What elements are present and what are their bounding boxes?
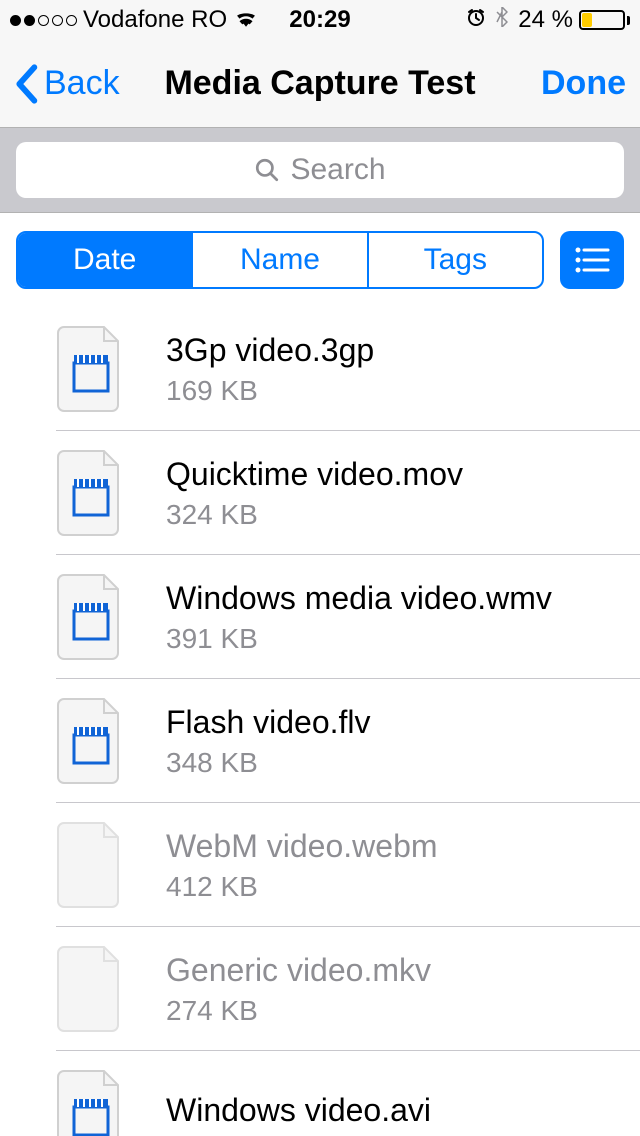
- file-size: 412 KB: [166, 871, 438, 903]
- file-name: Flash video.flv: [166, 704, 371, 741]
- file-size: 391 KB: [166, 623, 552, 655]
- signal-dots-icon: [10, 15, 77, 26]
- list-icon: [574, 246, 610, 274]
- file-size: 348 KB: [166, 747, 371, 779]
- file-name: 3Gp video.3gp: [166, 332, 374, 369]
- carrier-label: Vodafone RO: [83, 6, 227, 34]
- file-name: WebM video.webm: [166, 828, 438, 865]
- video-file-icon: [56, 449, 126, 537]
- battery-percent: 24 %: [518, 6, 573, 34]
- video-file-icon: [56, 573, 126, 661]
- segment-name[interactable]: Name: [193, 233, 368, 287]
- file-list: 3Gp video.3gp 169 KB Quicktime video.mov…: [0, 307, 640, 1136]
- segment-date[interactable]: Date: [18, 233, 193, 287]
- status-time: 20:29: [289, 6, 350, 34]
- list-item[interactable]: 3Gp video.3gp 169 KB: [0, 307, 640, 431]
- search-placeholder: Search: [290, 153, 385, 187]
- list-item[interactable]: WebM video.webm 412 KB: [0, 803, 640, 927]
- file-name: Windows video.avi: [166, 1092, 431, 1129]
- file-name: Generic video.mkv: [166, 952, 431, 989]
- search-icon: [254, 157, 280, 183]
- navigation-bar: Back Media Capture Test Done: [0, 40, 640, 128]
- view-toggle-button[interactable]: [560, 231, 624, 289]
- list-item[interactable]: Quicktime video.mov 324 KB: [0, 431, 640, 555]
- battery-icon: [579, 10, 630, 30]
- filter-row: Date Name Tags: [0, 213, 640, 307]
- alarm-icon: [466, 6, 486, 34]
- file-name: Windows media video.wmv: [166, 580, 552, 617]
- file-size: 274 KB: [166, 995, 431, 1027]
- file-size: 169 KB: [166, 375, 374, 407]
- segment-tags[interactable]: Tags: [369, 233, 542, 287]
- chevron-left-icon: [14, 64, 38, 104]
- bluetooth-icon: [492, 6, 512, 34]
- list-item[interactable]: Windows media video.wmv 391 KB: [0, 555, 640, 679]
- video-file-icon: [56, 697, 126, 785]
- done-button[interactable]: Done: [541, 64, 626, 103]
- status-left: Vodafone RO: [10, 6, 259, 34]
- blank-file-icon: [56, 821, 126, 909]
- back-button[interactable]: Back: [14, 64, 120, 104]
- back-label: Back: [44, 64, 120, 103]
- file-name: Quicktime video.mov: [166, 456, 463, 493]
- list-item[interactable]: Flash video.flv 348 KB: [0, 679, 640, 803]
- status-right: 24 %: [466, 6, 630, 34]
- blank-file-icon: [56, 945, 126, 1033]
- status-bar: Vodafone RO 20:29 24 %: [0, 0, 640, 40]
- video-file-icon: [56, 325, 126, 413]
- file-size: 324 KB: [166, 499, 463, 531]
- wifi-icon: [233, 6, 259, 34]
- search-bar-container: Search: [0, 128, 640, 213]
- video-file-icon: [56, 1069, 126, 1136]
- list-item[interactable]: Windows video.avi: [0, 1051, 640, 1136]
- page-title: Media Capture Test: [164, 64, 475, 103]
- list-item[interactable]: Generic video.mkv 274 KB: [0, 927, 640, 1051]
- search-input[interactable]: Search: [16, 142, 624, 198]
- sort-segmented-control: Date Name Tags: [16, 231, 544, 289]
